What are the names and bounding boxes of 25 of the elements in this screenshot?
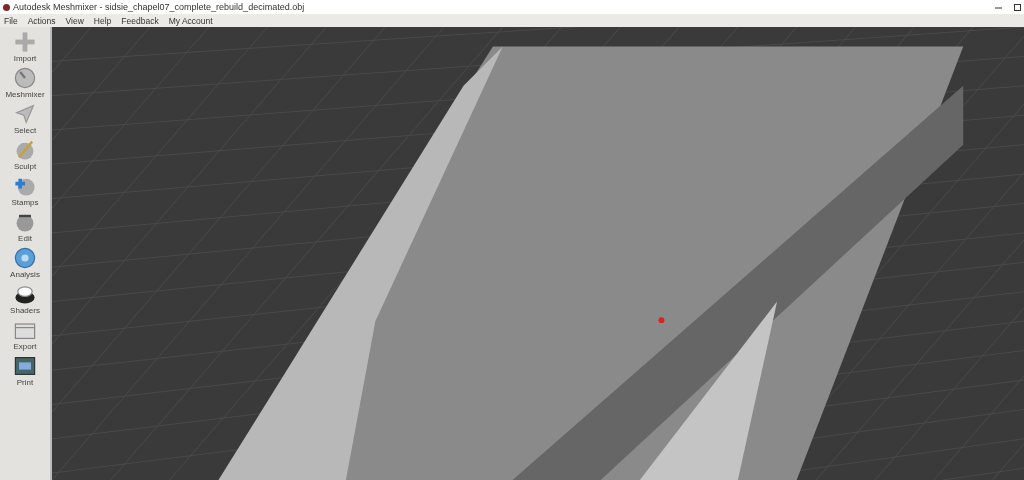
menu-item[interactable]: View	[65, 15, 84, 26]
tool-button[interactable]: Select	[0, 101, 50, 136]
menu-item[interactable]: My Account	[168, 15, 213, 26]
sphere-icon	[13, 66, 37, 90]
marker-dot	[658, 317, 665, 324]
menu-item[interactable]: Actions	[27, 15, 56, 26]
window-title: Autodesk Meshmixer - sidsie_chapel07_complete_rebuild_decimated.obj	[13, 2, 306, 12]
tool-button[interactable]: Import	[0, 29, 50, 64]
menu-item[interactable]: Help	[93, 15, 112, 26]
menu-item[interactable]: File	[4, 15, 18, 26]
tool-button[interactable]: Shaders	[0, 281, 50, 316]
printer-icon	[13, 354, 37, 378]
maximize-icon[interactable]	[1014, 3, 1021, 11]
plus-icon	[13, 30, 37, 54]
arrow-icon	[13, 102, 37, 126]
tool-button[interactable]: Meshmixer	[0, 65, 50, 100]
globe-icon	[13, 246, 37, 270]
app-logo-icon	[3, 3, 10, 11]
tool-button[interactable]: Edit	[0, 209, 50, 244]
menu-item[interactable]: Feedback	[121, 15, 159, 26]
tool-button[interactable]: Print	[0, 353, 50, 388]
tool-button[interactable]: Stamps	[0, 173, 50, 208]
tool-button[interactable]: Sculpt	[0, 137, 50, 172]
tool-button[interactable]: Analysis	[0, 245, 50, 280]
tool-button[interactable]: Export	[0, 317, 50, 352]
